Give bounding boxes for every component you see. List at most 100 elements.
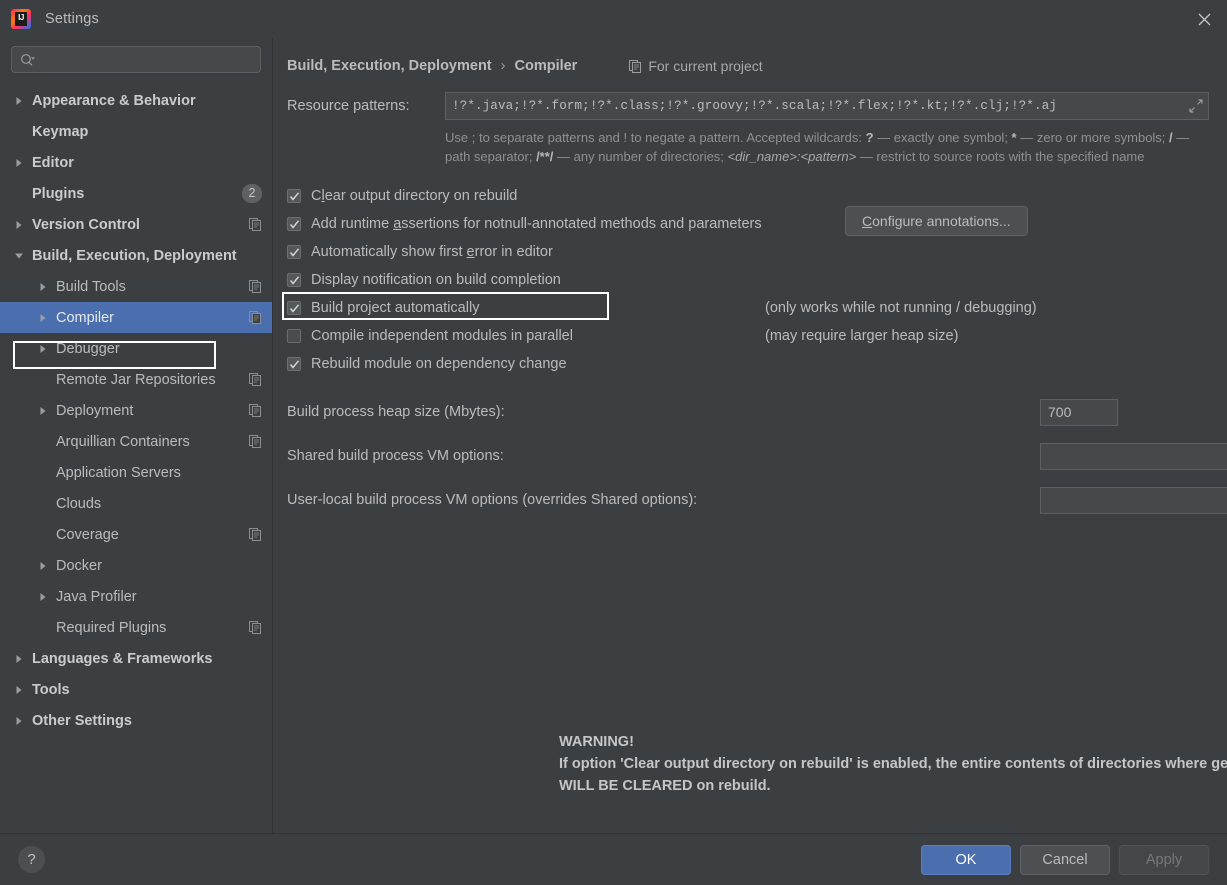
sidebar-item-build-tools[interactable]: Build Tools bbox=[0, 271, 272, 302]
checkbox-checked-icon[interactable] bbox=[287, 357, 301, 371]
sidebar-item-label: Version Control bbox=[32, 216, 140, 233]
expand-icon[interactable] bbox=[1189, 99, 1203, 113]
close-icon[interactable] bbox=[1181, 0, 1227, 38]
sidebar-item-label: Build Tools bbox=[56, 278, 126, 295]
checkbox-row[interactable]: Build project automatically (only works w… bbox=[282, 292, 1209, 322]
sidebar-item-label: Docker bbox=[56, 557, 102, 574]
module-icon bbox=[629, 59, 642, 73]
resource-patterns-help: Use ; to separate patterns and ! to nega… bbox=[445, 130, 1190, 164]
search-input[interactable] bbox=[11, 46, 261, 73]
form-field-row: Build process heap size (Mbytes): 700 bbox=[287, 390, 1209, 434]
chevron-down-icon[interactable] bbox=[14, 251, 30, 261]
sidebar-item-compiler[interactable]: Compiler bbox=[0, 302, 272, 333]
sidebar-item-coverage[interactable]: Coverage bbox=[0, 519, 272, 550]
field-input[interactable]: 700 bbox=[1040, 398, 1118, 426]
sidebar-item-plugins[interactable]: Plugins 2 bbox=[0, 178, 272, 209]
module-scope-icon bbox=[249, 311, 262, 324]
sidebar-item-docker[interactable]: Docker bbox=[0, 550, 272, 581]
sidebar-item-remote-jar-repositories[interactable]: Remote Jar Repositories bbox=[0, 364, 272, 395]
checkbox-note: (only works while not running / debuggin… bbox=[765, 300, 1037, 316]
ok-button[interactable]: OK bbox=[921, 844, 1011, 875]
sidebar-item-other-settings[interactable]: Other Settings bbox=[0, 705, 272, 736]
field-input[interactable] bbox=[1040, 486, 1227, 514]
sidebar-item-build-execution-deployment[interactable]: Build, Execution, Deployment bbox=[0, 240, 272, 271]
module-scope-icon bbox=[249, 373, 262, 386]
sidebar-item-label: Debugger bbox=[56, 340, 120, 357]
form-field-row: User-local build process VM options (ove… bbox=[287, 478, 1227, 522]
module-scope-icon bbox=[249, 280, 262, 293]
compiler-fields-group: Build process heap size (Mbytes): 700 Shar… bbox=[287, 390, 1227, 522]
search-container bbox=[0, 46, 272, 83]
checkbox-row[interactable]: Automatically show first error in editor bbox=[287, 238, 1209, 266]
sidebar-item-appearance-behavior[interactable]: Appearance & Behavior bbox=[0, 85, 272, 116]
chevron-right-icon[interactable] bbox=[38, 561, 54, 571]
chevron-right-icon[interactable] bbox=[38, 313, 54, 323]
sidebar-item-java-profiler[interactable]: Java Profiler bbox=[0, 581, 272, 612]
sidebar-item-label: Java Profiler bbox=[56, 588, 137, 605]
sidebar-item-application-servers[interactable]: Application Servers bbox=[0, 457, 272, 488]
sidebar-item-label: Required Plugins bbox=[56, 619, 167, 636]
sidebar-item-required-plugins[interactable]: Required Plugins bbox=[0, 612, 272, 643]
checkbox-label: Display notification on build completion bbox=[311, 272, 561, 288]
help-button[interactable]: ? bbox=[18, 846, 45, 873]
chevron-right-icon[interactable] bbox=[38, 406, 54, 416]
chevron-right-icon[interactable] bbox=[14, 716, 30, 726]
resource-patterns-label: Resource patterns: bbox=[287, 98, 410, 114]
chevron-right-icon[interactable] bbox=[14, 220, 30, 230]
sidebar-item-label: Clouds bbox=[56, 495, 102, 512]
sidebar-item-clouds[interactable]: Clouds bbox=[0, 488, 272, 519]
checkbox-row[interactable]: Clear output directory on rebuild bbox=[287, 182, 1209, 210]
chevron-right-icon[interactable] bbox=[14, 654, 30, 664]
checkbox-checked-icon[interactable] bbox=[287, 189, 301, 203]
resource-patterns-input[interactable]: !?*.java;!?*.form;!?*.class;!?*.groovy;!… bbox=[445, 92, 1209, 120]
breadcrumb-current: Compiler bbox=[514, 58, 578, 74]
project-scope-indicator: For current project bbox=[629, 58, 763, 74]
resource-patterns-value: !?*.java;!?*.form;!?*.class;!?*.groovy;!… bbox=[452, 99, 1057, 113]
sidebar-item-languages-frameworks[interactable]: Languages & Frameworks bbox=[0, 643, 272, 674]
settings-tree[interactable]: Appearance & Behavior Keymap Editor Plugins… bbox=[0, 83, 272, 833]
checkbox-checked-icon[interactable] bbox=[287, 273, 301, 287]
sidebar-item-tools[interactable]: Tools bbox=[0, 674, 272, 705]
chevron-right-icon[interactable] bbox=[38, 282, 54, 292]
checkbox-checked-icon[interactable] bbox=[287, 301, 301, 315]
warning-body: If option 'Clear output directory on reb… bbox=[559, 756, 1227, 794]
breadcrumb-separator: › bbox=[500, 58, 506, 74]
sidebar-item-arquillian-containers[interactable]: Arquillian Containers bbox=[0, 426, 272, 457]
checkbox-row[interactable]: Add runtime assertions for notnull-annot… bbox=[287, 206, 1209, 238]
checkbox-label: Add runtime assertions for notnull-annot… bbox=[311, 216, 762, 232]
sidebar-item-keymap[interactable]: Keymap bbox=[0, 116, 272, 147]
chevron-right-icon[interactable] bbox=[38, 344, 54, 354]
checkbox-note: (may require larger heap size) bbox=[765, 328, 959, 344]
field-input[interactable] bbox=[1040, 442, 1227, 470]
checkbox-label: Automatically show first error in editor bbox=[311, 244, 553, 260]
sidebar-item-label: Compiler bbox=[56, 309, 115, 326]
chevron-right-icon[interactable] bbox=[38, 592, 54, 602]
field-label: User-local build process VM options (ove… bbox=[287, 492, 698, 508]
sidebar-item-label: Editor bbox=[32, 154, 74, 171]
sidebar-item-editor[interactable]: Editor bbox=[0, 147, 272, 178]
cancel-button[interactable]: Cancel bbox=[1020, 844, 1110, 875]
configure-annotations-button[interactable]: Configure annotations... bbox=[845, 206, 1028, 236]
chevron-right-icon[interactable] bbox=[14, 158, 30, 168]
checkbox-label: Compile independent modules in parallel bbox=[311, 328, 573, 344]
checkbox-checked-icon[interactable] bbox=[287, 245, 301, 259]
sidebar-item-label: Plugins bbox=[32, 185, 85, 202]
breadcrumb-parent[interactable]: Build, Execution, Deployment bbox=[287, 58, 492, 74]
resource-patterns-row: Resource patterns: !?*.java;!?*.form;!?*… bbox=[287, 92, 1209, 120]
sidebar-item-deployment[interactable]: Deployment bbox=[0, 395, 272, 426]
chevron-right-icon[interactable] bbox=[14, 685, 30, 695]
checkbox-label: Clear output directory on rebuild bbox=[311, 188, 518, 204]
form-field-row: Shared build process VM options: bbox=[287, 434, 1227, 478]
checkbox-row[interactable]: Rebuild module on dependency change bbox=[287, 350, 1209, 378]
warning-block: WARNING! If option 'Clear output directo… bbox=[559, 731, 1227, 797]
module-scope-icon bbox=[249, 621, 262, 634]
sidebar-item-version-control[interactable]: Version Control bbox=[0, 209, 272, 240]
apply-button[interactable]: Apply bbox=[1119, 844, 1209, 875]
sidebar-item-debugger[interactable]: Debugger bbox=[0, 333, 272, 364]
checkbox-unchecked-icon[interactable] bbox=[287, 329, 301, 343]
checkbox-checked-icon[interactable] bbox=[287, 217, 301, 231]
module-scope-icon bbox=[249, 404, 262, 417]
chevron-right-icon[interactable] bbox=[14, 96, 30, 106]
checkbox-row[interactable]: Display notification on build completion bbox=[287, 266, 1209, 294]
checkbox-row[interactable]: Compile independent modules in parallel (… bbox=[287, 322, 1209, 350]
